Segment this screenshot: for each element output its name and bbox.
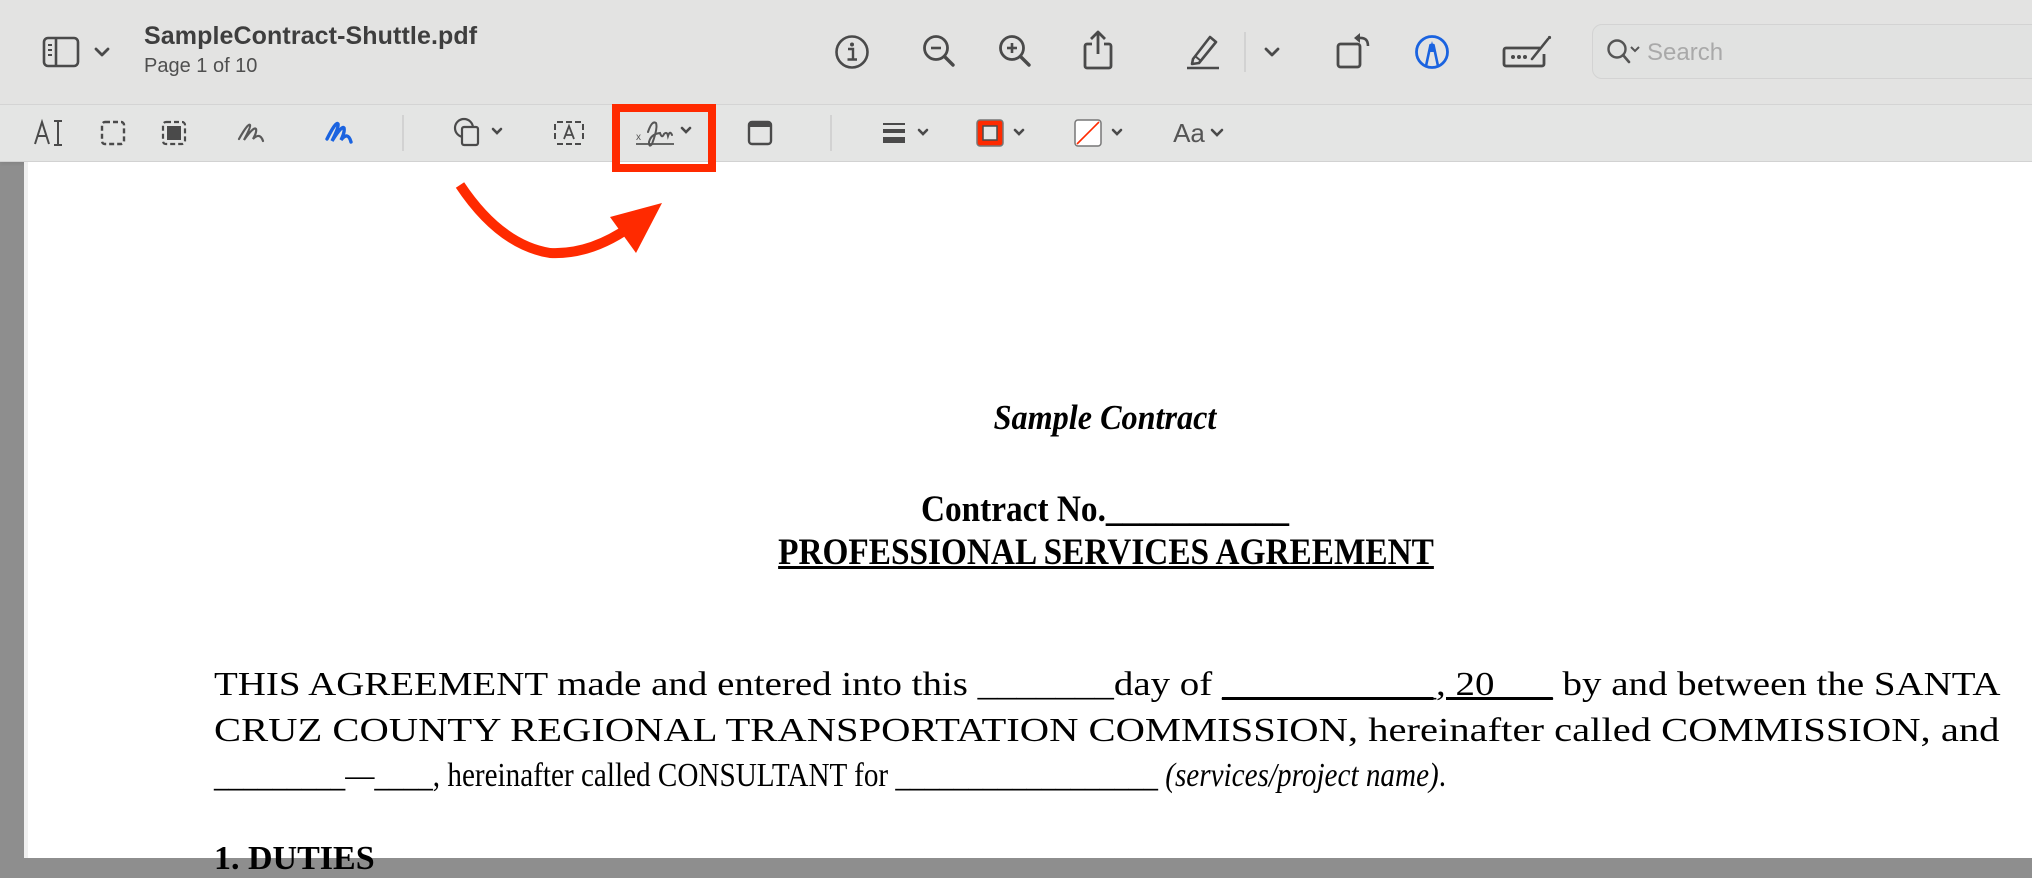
draw-tool[interactable] (322, 115, 358, 151)
text-selection-tool[interactable] (32, 115, 66, 151)
highlight-menu-chevron[interactable] (1260, 40, 1284, 64)
share-icon (1083, 30, 1113, 70)
border-color-icon (976, 119, 1025, 147)
markup-pen-circle-icon (1415, 35, 1449, 69)
info-button[interactable] (830, 30, 874, 74)
document-title: Sample Contract (993, 398, 1217, 437)
sidebar-menu-chevron[interactable] (90, 40, 114, 64)
form-fill-icon (1502, 35, 1552, 68)
main-toolbar: SampleContract-Shuttle.pdf Page 1 of 10 (0, 0, 2032, 105)
paragraph-line-2: CRUZ COUNTY REGIONAL TRANSPORTATION COMM… (214, 712, 2000, 749)
markup-button[interactable] (1410, 30, 1454, 74)
chevron-down-icon (94, 47, 110, 57)
text-style-menu[interactable]: Aa (1170, 115, 1230, 151)
fill-color-icon (1074, 119, 1123, 147)
info-icon (835, 35, 869, 69)
zoom-out-button[interactable] (918, 30, 962, 74)
italic-text-run: (services/project name) (1157, 757, 1439, 794)
consultant-blank: _________—____ (214, 757, 433, 794)
document-filename: SampleContract-Shuttle.pdf (144, 22, 478, 50)
rect-selection-icon (100, 120, 126, 146)
paragraph-line-3: _________—____, hereinafter called CONSU… (214, 757, 1446, 795)
zoom-in-icon (999, 35, 1031, 67)
markup-toolbar: x Aa (0, 105, 2032, 162)
text-run: day of (1113, 666, 1222, 703)
sign-tool-highlight-box (612, 104, 716, 172)
search-icon (1605, 37, 1643, 67)
chevron-down-icon (1264, 47, 1280, 57)
rectangular-selection-tool[interactable] (96, 117, 130, 149)
sidebar-toggle-button[interactable] (38, 34, 86, 70)
shapes-tool[interactable] (450, 115, 510, 151)
highlight-button[interactable] (1180, 28, 1226, 74)
zoom-out-icon (923, 35, 955, 67)
text-run: , hereinafter called CONSULTANT for (432, 757, 896, 794)
text-run: . (1438, 757, 1447, 794)
redact-tool[interactable] (157, 117, 191, 149)
text-run: THIS AGREEMENT made and entered into thi… (214, 666, 978, 703)
agreement-heading: PROFESSIONAL SERVICES AGREEMENT (778, 532, 1434, 573)
date-blank: ___________, 20___ (1221, 666, 1553, 703)
border-color-menu[interactable] (974, 115, 1034, 151)
toolbar-divider (1244, 32, 1246, 72)
contract-number-line: Contract No.___________ (921, 488, 1289, 531)
highlighter-pencil-icon (1187, 35, 1219, 70)
line-style-icon (883, 123, 929, 143)
search-field[interactable]: Search (1592, 24, 2032, 79)
paragraph-line-1: THIS AGREEMENT made and entered into thi… (214, 666, 2001, 704)
shapes-icon (453, 117, 503, 147)
redact-icon (161, 120, 187, 146)
form-filling-button[interactable] (1500, 30, 1556, 74)
fill-color-menu[interactable] (1072, 115, 1132, 151)
markup-divider (402, 115, 404, 151)
text-run: by and between the SANTA (1552, 666, 2001, 703)
rotate-left-icon (1336, 33, 1370, 69)
note-tool[interactable] (742, 117, 778, 149)
section-heading-duties: 1. DUTIES (214, 840, 375, 877)
search-placeholder: Search (1647, 39, 1724, 66)
note-icon (747, 120, 773, 146)
annotation-arrow-icon (455, 182, 662, 259)
draw-icon (325, 121, 353, 144)
rotate-button[interactable] (1332, 28, 1376, 72)
text-style-label: Aa (1173, 117, 1205, 148)
text-box-icon (554, 121, 584, 145)
sketch-icon (237, 123, 265, 143)
shape-style-menu[interactable] (880, 115, 938, 151)
markup-divider (830, 115, 832, 151)
contract-number-label: Contract No. (920, 489, 1106, 530)
share-button[interactable] (1076, 26, 1120, 74)
contract-number-blank: ___________ (1105, 489, 1290, 530)
project-blank: __________________ (895, 757, 1158, 794)
page-status: Page 1 of 10 (144, 55, 258, 77)
sketch-tool[interactable] (234, 115, 270, 151)
day-blank: _______ (977, 666, 1114, 703)
text-selection-icon (34, 118, 62, 146)
text-box-tool[interactable] (552, 117, 586, 149)
zoom-in-button[interactable] (994, 30, 1038, 74)
chevron-down-icon (1210, 128, 1224, 137)
sidebar-icon (42, 36, 80, 68)
